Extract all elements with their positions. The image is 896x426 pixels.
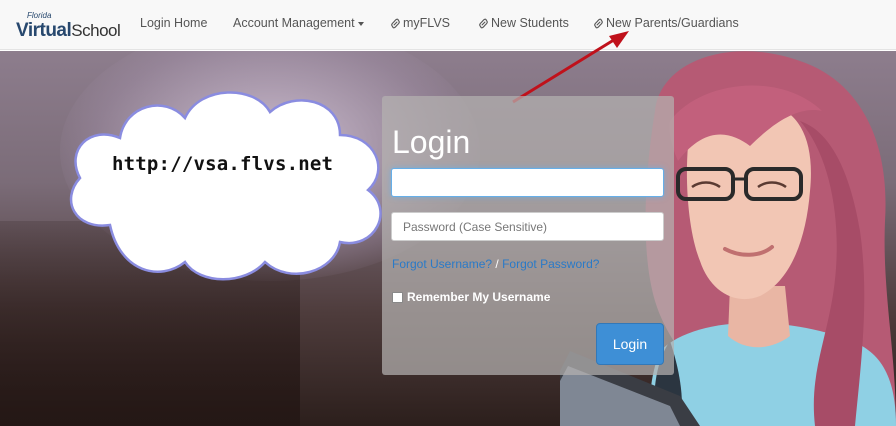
link-icon [391,18,400,28]
caret-down-icon [357,22,364,26]
remember-username-checkbox[interactable] [392,291,403,303]
forgot-separator: / [495,257,499,271]
nav-myflvs-label: myFLVS [403,16,450,30]
link-icon [479,18,488,28]
logo-virtual-text: Virtual [16,20,72,41]
remember-username-row[interactable]: Remember My Username [392,290,550,304]
logo-school-text: School [71,21,121,40]
nav-myflvs[interactable]: myFLVS [389,16,450,30]
cloud-url-text: http://vsa.flvs.net [112,153,334,175]
florida-virtual-school-logo[interactable]: Florida VirtualSchool [16,11,121,41]
nav-login-home-label: Login Home [140,16,208,30]
login-button[interactable]: Login [596,323,664,365]
password-input[interactable] [391,212,664,241]
remember-username-label: Remember My Username [407,290,551,304]
logo-florida-text: Florida [27,11,52,20]
nav-account-management[interactable]: Account Management [233,16,364,30]
login-title: Login [392,124,471,160]
forgot-username-link[interactable]: Forgot Username? [392,257,492,271]
nav-account-management-label: Account Management [233,16,355,30]
nav-login-home[interactable]: Login Home [140,16,207,30]
username-input[interactable] [391,168,664,197]
top-navbar: Florida VirtualSchool Login Home Account… [0,0,896,50]
forgot-password-link[interactable]: Forgot Password? [502,257,599,271]
forgot-links-row: Forgot Username? / Forgot Password? [392,257,599,271]
